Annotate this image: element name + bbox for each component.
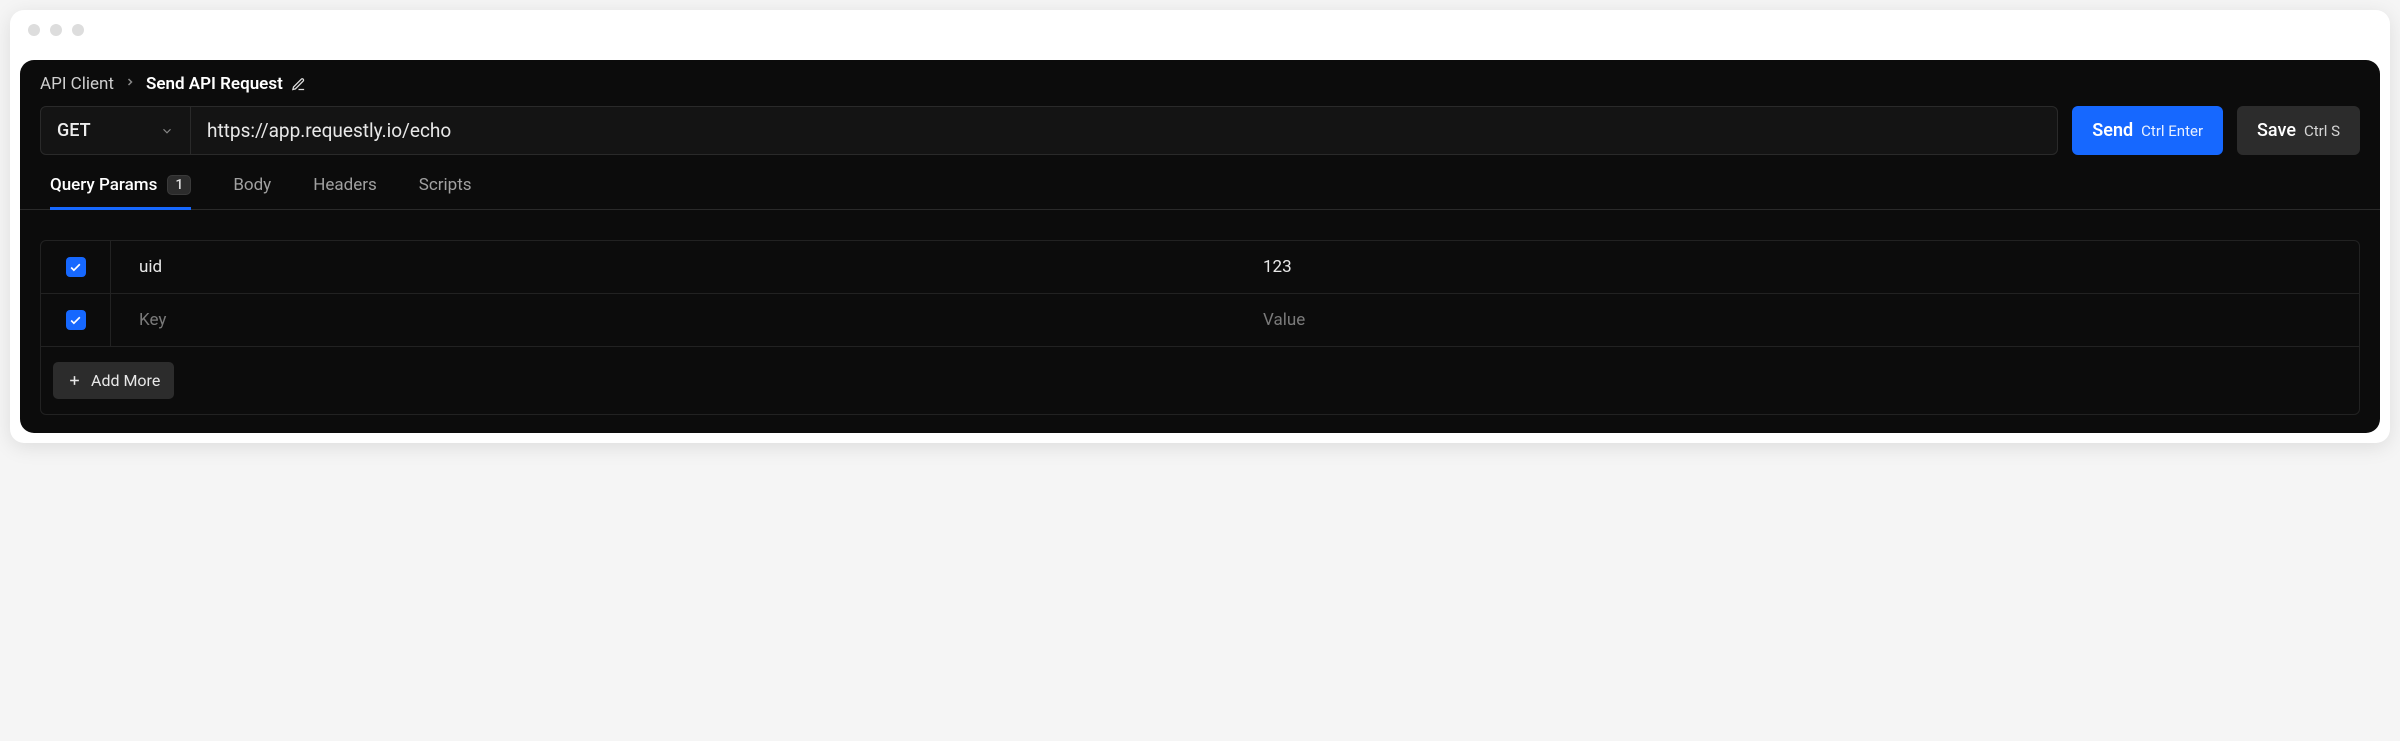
url-bar: GET bbox=[40, 106, 2058, 155]
breadcrumb-current-label: Send API Request bbox=[146, 74, 283, 94]
chevron-down-icon bbox=[160, 124, 174, 138]
save-button[interactable]: Save Ctrl S bbox=[2237, 106, 2360, 155]
breadcrumb-root[interactable]: API Client bbox=[40, 74, 114, 94]
url-input[interactable] bbox=[191, 107, 2057, 154]
param-value-input[interactable] bbox=[1263, 257, 2331, 277]
param-enabled-cell bbox=[41, 294, 111, 346]
tab-label: Query Params bbox=[50, 175, 157, 195]
plus-icon bbox=[67, 373, 82, 388]
method-label: GET bbox=[57, 120, 91, 141]
tab-badge: 1 bbox=[167, 175, 191, 195]
tab-body[interactable]: Body bbox=[233, 175, 271, 210]
param-row bbox=[41, 241, 2359, 294]
param-value-input[interactable] bbox=[1263, 310, 2331, 330]
param-key-input[interactable] bbox=[139, 257, 1207, 277]
save-shortcut: Ctrl S bbox=[2304, 122, 2340, 140]
param-value-cell bbox=[1235, 242, 2359, 292]
params-panel: Add More bbox=[40, 240, 2360, 415]
param-enabled-cell bbox=[41, 241, 111, 293]
breadcrumb-current: Send API Request bbox=[146, 74, 306, 94]
add-more-label: Add More bbox=[91, 371, 160, 390]
save-label: Save bbox=[2257, 120, 2296, 141]
breadcrumb: API Client Send API Request bbox=[20, 74, 2380, 106]
content-panel: API Client Send API Request GET Send bbox=[20, 60, 2380, 433]
app-window: API Client Send API Request GET Send bbox=[10, 10, 2390, 443]
chevron-right-icon bbox=[124, 76, 136, 92]
param-key-input[interactable] bbox=[139, 310, 1207, 330]
tab-headers[interactable]: Headers bbox=[313, 175, 377, 210]
param-key-cell bbox=[111, 295, 1235, 345]
add-more-wrap: Add More bbox=[41, 347, 2359, 414]
minimize-icon[interactable] bbox=[50, 24, 62, 36]
method-select[interactable]: GET bbox=[41, 107, 191, 154]
param-value-cell bbox=[1235, 295, 2359, 345]
send-label: Send bbox=[2092, 120, 2133, 141]
tab-scripts[interactable]: Scripts bbox=[419, 175, 472, 210]
param-row bbox=[41, 294, 2359, 347]
request-row: GET Send Ctrl Enter Save Ctrl S bbox=[20, 106, 2380, 155]
add-more-button[interactable]: Add More bbox=[53, 362, 174, 399]
tab-query-params[interactable]: Query Params 1 bbox=[50, 175, 191, 210]
titlebar bbox=[10, 10, 2390, 50]
close-icon[interactable] bbox=[28, 24, 40, 36]
tabs: Query Params 1 Body Headers Scripts bbox=[20, 155, 2380, 210]
checkbox-icon[interactable] bbox=[66, 257, 86, 277]
send-shortcut: Ctrl Enter bbox=[2141, 122, 2203, 140]
param-key-cell bbox=[111, 242, 1235, 292]
edit-icon[interactable] bbox=[291, 77, 306, 92]
fullscreen-icon[interactable] bbox=[72, 24, 84, 36]
checkbox-icon[interactable] bbox=[66, 310, 86, 330]
send-button[interactable]: Send Ctrl Enter bbox=[2072, 106, 2223, 155]
